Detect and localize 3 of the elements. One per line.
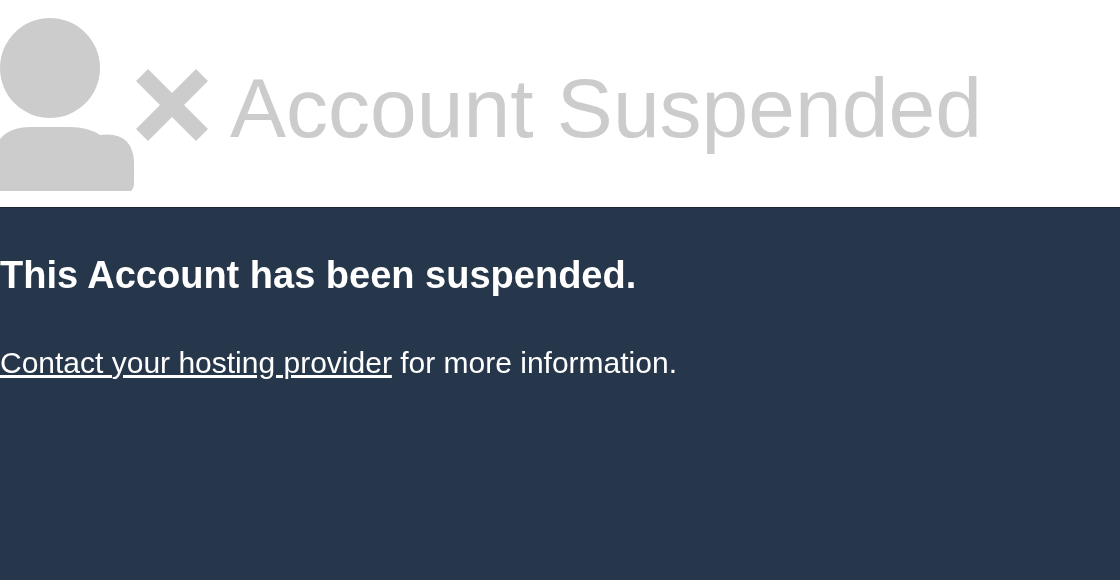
- notice-heading: This Account has been suspended.: [0, 253, 637, 298]
- notice-message: Contact your hosting provider for more information.: [0, 344, 677, 381]
- contact-link[interactable]: Contact your hosting provider: [0, 345, 392, 379]
